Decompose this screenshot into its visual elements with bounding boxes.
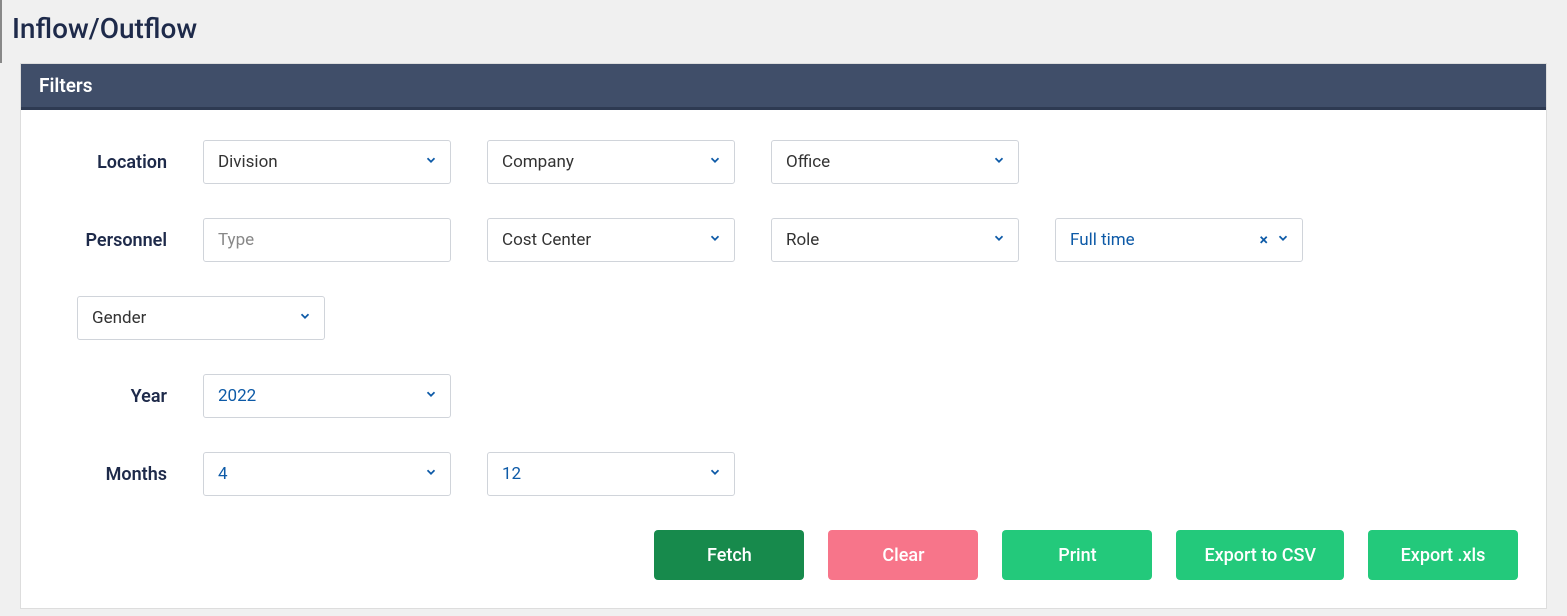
personnel-label: Personnel xyxy=(49,230,167,251)
role-dropdown-text: Role xyxy=(786,230,819,250)
chevron-down-icon xyxy=(1276,230,1290,250)
clear-button[interactable]: Clear xyxy=(828,530,978,580)
year-dropdown[interactable]: 2022 xyxy=(203,374,451,418)
month-from-dropdown-text: 4 xyxy=(218,464,228,484)
division-dropdown[interactable]: Division xyxy=(203,140,451,184)
print-button[interactable]: Print xyxy=(1002,530,1152,580)
year-label: Year xyxy=(49,386,167,407)
month-to-dropdown-text: 12 xyxy=(502,464,521,484)
chevron-down-icon xyxy=(424,152,438,172)
export-csv-button[interactable]: Export to CSV xyxy=(1176,530,1344,580)
month-from-dropdown[interactable]: 4 xyxy=(203,452,451,496)
office-dropdown-text: Office xyxy=(786,152,830,172)
chevron-down-icon xyxy=(708,464,722,484)
chevron-down-icon xyxy=(424,464,438,484)
chevron-down-icon xyxy=(298,308,312,328)
month-to-dropdown[interactable]: 12 xyxy=(487,452,735,496)
gender-dropdown[interactable]: Gender xyxy=(77,296,325,340)
year-dropdown-text: 2022 xyxy=(218,386,256,406)
button-row: Fetch Clear Print Export to CSV Export .… xyxy=(49,530,1518,580)
employment-dropdown-text: Full time xyxy=(1070,230,1135,250)
chevron-down-icon xyxy=(708,152,722,172)
months-row: Months 4 12 xyxy=(49,452,1518,496)
company-dropdown[interactable]: Company xyxy=(487,140,735,184)
cost-center-dropdown[interactable]: Cost Center xyxy=(487,218,735,262)
filters-panel: Filters Location Division Company Office xyxy=(20,63,1547,609)
role-dropdown[interactable]: Role xyxy=(771,218,1019,262)
location-row: Location Division Company Office xyxy=(49,140,1518,184)
employment-dropdown[interactable]: Full time × xyxy=(1055,218,1303,262)
clear-icon[interactable]: × xyxy=(1260,232,1269,248)
division-dropdown-text: Division xyxy=(218,152,278,172)
cost-center-dropdown-text: Cost Center xyxy=(502,230,591,250)
year-row: Year 2022 xyxy=(49,374,1518,418)
filters-panel-header: Filters xyxy=(21,64,1546,110)
page-title: Inflow/Outflow xyxy=(0,0,1567,63)
chevron-down-icon xyxy=(708,230,722,250)
chevron-down-icon xyxy=(424,386,438,406)
company-dropdown-text: Company xyxy=(502,152,574,172)
office-dropdown[interactable]: Office xyxy=(771,140,1019,184)
chevron-down-icon xyxy=(992,230,1006,250)
export-xls-button[interactable]: Export .xls xyxy=(1368,530,1518,580)
fetch-button[interactable]: Fetch xyxy=(654,530,804,580)
chevron-down-icon xyxy=(992,152,1006,172)
months-label: Months xyxy=(49,464,167,485)
gender-dropdown-text: Gender xyxy=(92,308,146,328)
filters-panel-body: Location Division Company Office xyxy=(21,110,1546,608)
location-label: Location xyxy=(49,152,167,173)
gender-row: Gender xyxy=(49,296,1518,340)
personnel-row: Personnel Cost Center Role Full time × xyxy=(49,218,1518,262)
type-input[interactable] xyxy=(203,218,451,262)
